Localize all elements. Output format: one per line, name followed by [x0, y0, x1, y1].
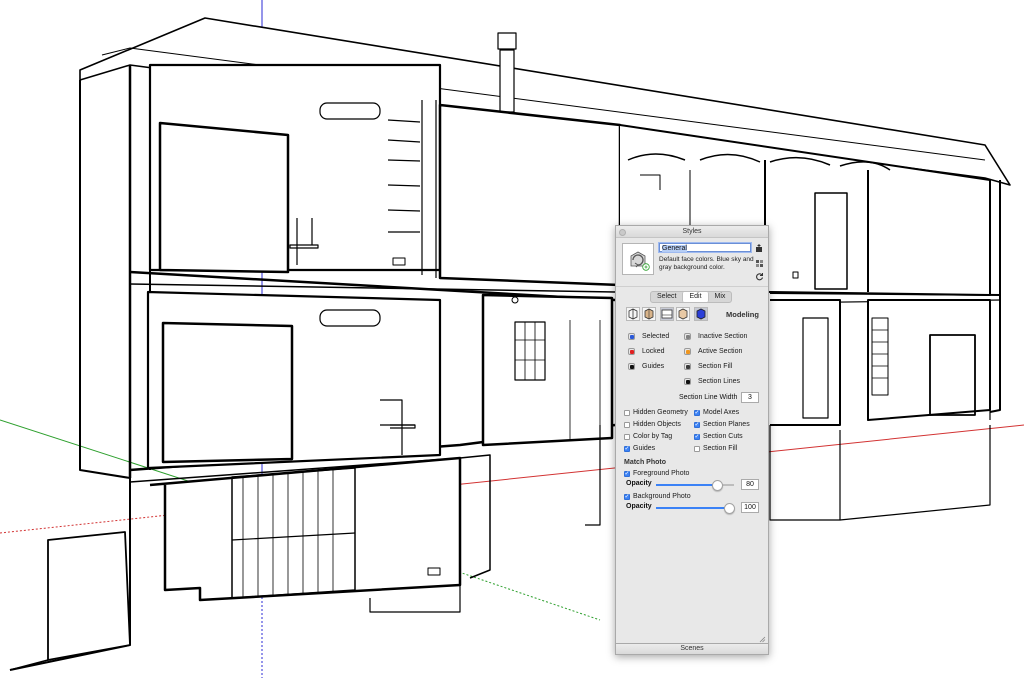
background-photo-checkbox[interactable]: ✓ Background Photo — [624, 493, 691, 500]
active-section-color-swatch[interactable] — [684, 348, 691, 355]
bg-opacity-input[interactable]: 100 — [741, 502, 759, 513]
section-fill-checkbox[interactable]: Section Fill — [694, 445, 737, 452]
inactive-section-color-swatch[interactable] — [684, 333, 691, 340]
modeling-settings-icon — [696, 308, 706, 320]
match-photo-heading: Match Photo — [624, 459, 666, 466]
section-fill-color-swatch[interactable] — [684, 363, 691, 370]
selected-color-label: Selected — [642, 333, 670, 340]
active-section-color-row[interactable]: Active Section — [684, 348, 742, 355]
hidden-geometry-box[interactable] — [624, 409, 630, 416]
hidden-geometry-label: Hidden Geometry — [633, 409, 688, 416]
modeling-settings-button[interactable] — [694, 307, 708, 321]
style-description[interactable]: Default face colors. Blue sky and gray b… — [659, 256, 754, 272]
bg-opacity-slider-knob[interactable] — [724, 503, 735, 514]
divider — [616, 286, 768, 287]
background-photo-box-checked[interactable]: ✓ — [624, 493, 630, 500]
face-settings-button[interactable] — [642, 307, 656, 321]
face-settings-icon — [644, 308, 654, 320]
edge-settings-button[interactable] — [626, 307, 640, 321]
fg-opacity-input[interactable]: 80 — [741, 479, 759, 490]
fg-opacity-slider-fill — [656, 484, 716, 486]
section-line-width-input[interactable]: 3 — [741, 392, 759, 403]
model-axes-label: Model Axes — [703, 409, 740, 416]
section-line-width-label: Section Line Width — [679, 394, 738, 401]
styles-tab-bar: Select Edit Mix — [650, 291, 733, 303]
active-section-color-label: Active Section — [698, 348, 743, 355]
guides-label: Guides — [633, 445, 656, 452]
resize-grip-icon[interactable] — [759, 636, 766, 643]
edge-settings-icon — [628, 308, 638, 320]
section-fill-box[interactable] — [694, 445, 700, 452]
section-cuts-checkbox[interactable]: ✓ Section Cuts — [694, 433, 743, 440]
hidden-objects-box[interactable] — [624, 421, 630, 428]
selected-color-swatch[interactable] — [628, 333, 635, 340]
bg-opacity-label: Opacity — [626, 503, 652, 510]
styles-panel-titlebar[interactable]: Styles — [616, 226, 768, 238]
building-section-model — [9, 17, 1011, 671]
color-by-tag-label: Color by Tag — [633, 433, 673, 440]
model-axes-box-checked[interactable]: ✓ — [694, 409, 700, 416]
scenes-label: Scenes — [680, 645, 704, 652]
inactive-section-color-label: Inactive Section — [698, 333, 748, 340]
background-photo-label: Background Photo — [633, 493, 691, 500]
style-name-text: General — [662, 245, 687, 252]
hidden-objects-checkbox[interactable]: Hidden Objects — [624, 421, 681, 428]
color-by-tag-box[interactable] — [624, 433, 630, 440]
locked-color-row[interactable]: Locked — [628, 348, 665, 355]
section-fill-color-label: Section Fill — [698, 363, 733, 370]
tab-select[interactable]: Select — [651, 292, 682, 302]
guides-box-checked[interactable]: ✓ — [624, 445, 630, 452]
section-planes-checkbox[interactable]: ✓ Section Planes — [694, 421, 750, 428]
section-fill-color-row[interactable]: Section Fill — [684, 363, 732, 370]
foreground-photo-label: Foreground Photo — [633, 470, 690, 477]
style-name-input[interactable]: General — [658, 242, 752, 253]
panel-close-icon[interactable] — [619, 229, 626, 236]
section-cuts-box-checked[interactable]: ✓ — [694, 433, 700, 440]
guides-checkbox[interactable]: ✓ Guides — [624, 445, 655, 452]
style-thumbnail-icon — [630, 251, 650, 271]
locked-color-label: Locked — [642, 348, 665, 355]
tab-mix[interactable]: Mix — [709, 292, 732, 302]
locked-color-swatch[interactable] — [628, 348, 635, 355]
section-cuts-label: Section Cuts — [703, 433, 743, 440]
style-thumbnail[interactable] — [622, 243, 654, 275]
model-viewport[interactable] — [0, 0, 1024, 678]
section-lines-color-label: Section Lines — [698, 378, 741, 385]
section-planes-box-checked[interactable]: ✓ — [694, 421, 700, 428]
fg-opacity-label: Opacity — [626, 480, 652, 487]
section-lines-color-swatch[interactable] — [684, 378, 691, 385]
bg-opacity-slider-fill — [656, 507, 728, 509]
section-title: Modeling — [726, 310, 759, 319]
styles-panel-title: Styles — [682, 228, 702, 235]
model-axes-checkbox[interactable]: ✓ Model Axes — [694, 409, 739, 416]
foreground-photo-box-checked[interactable]: ✓ — [624, 470, 630, 477]
background-settings-button[interactable] — [660, 307, 674, 321]
update-style-icon[interactable] — [755, 259, 764, 268]
scenes-panel-collapsed[interactable]: Scenes — [615, 643, 769, 655]
selected-color-row[interactable]: Selected — [628, 333, 669, 340]
inactive-section-color-row[interactable]: Inactive Section — [684, 333, 747, 340]
section-lines-color-row[interactable]: Section Lines — [684, 378, 740, 385]
tab-edit[interactable]: Edit — [682, 292, 709, 302]
hidden-objects-label: Hidden Objects — [633, 421, 681, 428]
watermark-settings-icon — [678, 308, 688, 320]
color-by-tag-checkbox[interactable]: Color by Tag — [624, 433, 672, 440]
background-settings-icon — [661, 309, 673, 319]
styles-panel: Styles General Default face colors. Blue… — [615, 225, 769, 655]
guides-color-row[interactable]: Guides — [628, 363, 664, 370]
refresh-icon[interactable] — [755, 272, 764, 281]
guides-color-swatch[interactable] — [628, 363, 635, 370]
hidden-geometry-checkbox[interactable]: Hidden Geometry — [624, 409, 688, 416]
section-planes-label: Section Planes — [703, 421, 750, 428]
section-fill-label: Section Fill — [703, 445, 738, 452]
foreground-photo-checkbox[interactable]: ✓ Foreground Photo — [624, 470, 689, 477]
guides-color-label: Guides — [642, 363, 665, 370]
fg-opacity-slider-knob[interactable] — [712, 480, 723, 491]
create-style-icon[interactable] — [755, 244, 764, 253]
watermark-settings-button[interactable] — [676, 307, 690, 321]
